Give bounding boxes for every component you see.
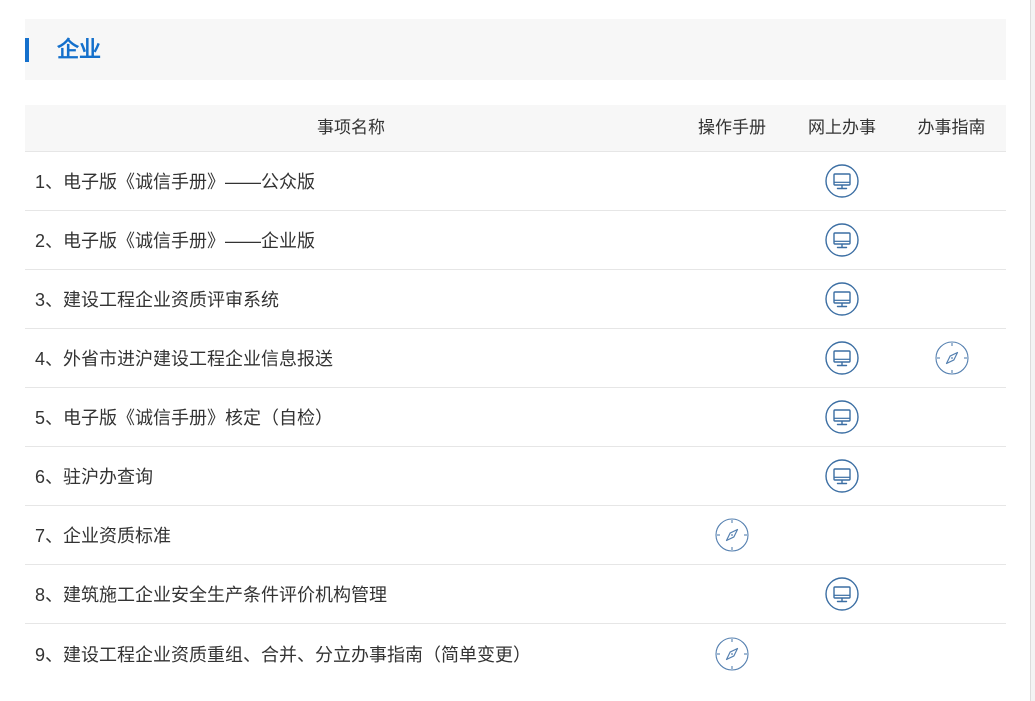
manual-cell [677, 506, 787, 564]
row-title: 9、建设工程企业资质重组、合并、分立办事指南（简单变更） [35, 644, 532, 665]
column-header-manual: 操作手册 [698, 118, 766, 137]
monitor-icon[interactable] [825, 400, 859, 434]
manual-cell [677, 388, 787, 446]
table-row: 6、驻沪办查询 [25, 447, 1006, 506]
manual-cell [677, 565, 787, 623]
manual-cell [677, 270, 787, 328]
online-cell [787, 329, 897, 387]
table-row: 9、建设工程企业资质重组、合并、分立办事指南（简单变更） [25, 624, 1006, 683]
manual-cell [677, 211, 787, 269]
guide-cell [897, 506, 1006, 564]
row-title: 4、外省市进沪建设工程企业信息报送 [35, 349, 334, 369]
online-cell [787, 624, 897, 683]
section-header: 企业 [25, 19, 1006, 80]
table-row: 4、外省市进沪建设工程企业信息报送 [25, 329, 1006, 388]
table-body: 1、电子版《诚信手册》——公众版 2、电子版《诚信手册》——企业版 3、建设工程企业… [25, 152, 1006, 683]
monitor-icon[interactable] [825, 223, 859, 257]
compass-icon[interactable] [934, 341, 969, 375]
row-title: 5、电子版《诚信手册》核定（自检） [35, 408, 334, 428]
table-row: 3、建设工程企业资质评审系统 [25, 270, 1006, 329]
manual-cell [677, 447, 787, 505]
online-cell [787, 447, 897, 505]
compass-icon[interactable] [715, 636, 749, 671]
row-title: 1、电子版《诚信手册》——公众版 [35, 172, 316, 192]
online-cell [787, 565, 897, 623]
row-title: 3、建设工程企业资质评审系统 [35, 290, 280, 310]
section-title: 企业 [57, 37, 102, 62]
online-cell [787, 152, 897, 210]
manual-cell [677, 329, 787, 387]
guide-cell [897, 270, 1006, 328]
row-title: 8、建筑施工企业安全生产条件评价机构管理 [35, 585, 388, 605]
guide-cell [897, 388, 1006, 446]
table-row: 7、企业资质标准 [25, 506, 1006, 565]
table-row: 5、电子版《诚信手册》核定（自检） [25, 388, 1006, 447]
online-cell [787, 506, 897, 564]
online-cell [787, 270, 897, 328]
table-header: 事项名称 操作手册 网上办事 办事指南 [25, 105, 1006, 152]
column-header-name: 事项名称 [317, 118, 385, 137]
compass-icon[interactable] [715, 518, 749, 552]
row-title: 2、电子版《诚信手册》——企业版 [35, 231, 316, 251]
column-header-guide: 办事指南 [917, 118, 986, 137]
table-row: 2、电子版《诚信手册》——企业版 [25, 211, 1006, 270]
guide-cell [897, 447, 1006, 505]
row-title: 7、企业资质标准 [35, 526, 172, 546]
table-row: 1、电子版《诚信手册》——公众版 [25, 152, 1006, 211]
guide-cell [897, 211, 1006, 269]
section-accent-bar [25, 38, 29, 62]
guide-cell [897, 565, 1006, 623]
monitor-icon[interactable] [825, 341, 859, 375]
monitor-icon[interactable] [825, 282, 859, 316]
guide-cell [897, 329, 1006, 387]
monitor-icon[interactable] [825, 164, 859, 198]
table-row: 8、建筑施工企业安全生产条件评价机构管理 [25, 565, 1006, 624]
right-border [1030, 0, 1035, 701]
online-cell [787, 211, 897, 269]
row-title: 6、驻沪办查询 [35, 467, 154, 487]
guide-cell [897, 152, 1006, 210]
online-cell [787, 388, 897, 446]
manual-cell [677, 624, 787, 683]
manual-cell [677, 152, 787, 210]
services-table: 事项名称 操作手册 网上办事 办事指南 1、电子版《诚信手册》——公众版 2、电子… [25, 105, 1006, 683]
monitor-icon[interactable] [825, 459, 859, 493]
column-header-online: 网上办事 [808, 118, 876, 137]
guide-cell [897, 624, 1006, 683]
monitor-icon[interactable] [825, 577, 859, 611]
